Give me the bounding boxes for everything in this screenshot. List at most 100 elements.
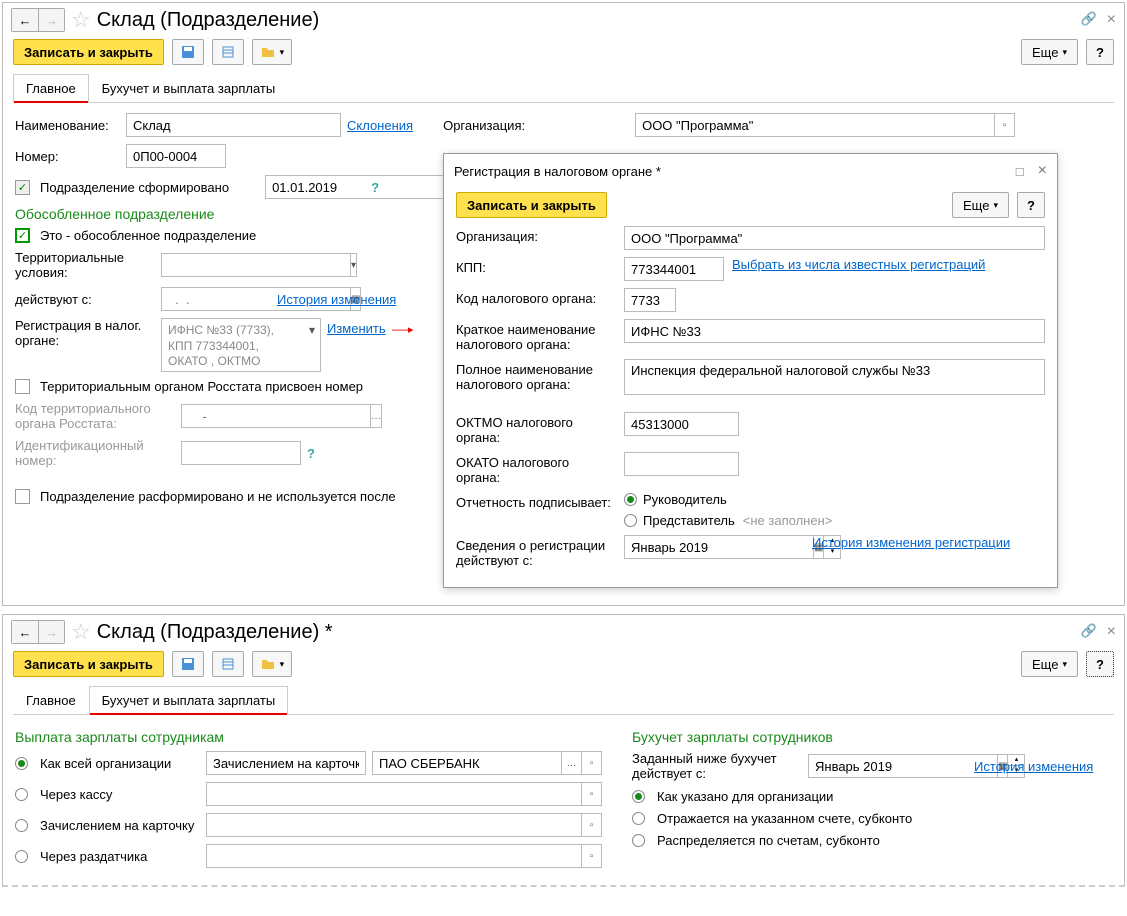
acc-history-link[interactable]: История изменения	[974, 759, 1093, 774]
pay-card-radio[interactable]	[15, 819, 28, 832]
full-input[interactable]: Инспекция федеральной налоговой службы №…	[624, 359, 1045, 395]
save-close-button[interactable]: Записать и закрыть	[13, 39, 164, 65]
org-input[interactable]	[635, 113, 995, 137]
short-input[interactable]	[624, 319, 1045, 343]
tax-registration-modal: Регистрация в налоговом органе * □ × Зап…	[443, 153, 1058, 588]
forward-button[interactable]: →	[38, 9, 64, 31]
modal-help-button[interactable]: ?	[1017, 192, 1045, 218]
formed-label: Подразделение сформировано	[40, 180, 229, 195]
list-button[interactable]	[212, 39, 244, 65]
disbanded-label: Подразделение расформировано и не исполь…	[40, 489, 396, 504]
close-icon[interactable]: ×	[1107, 623, 1116, 641]
favorite-star-icon[interactable]: ☆	[71, 619, 91, 645]
pay-org-radio[interactable]	[15, 757, 28, 770]
reginfo-input[interactable]	[624, 535, 814, 559]
kpp-input[interactable]	[624, 257, 724, 281]
pay-cash-input[interactable]	[206, 782, 582, 806]
maximize-icon[interactable]: □	[1016, 164, 1024, 179]
tab-payroll[interactable]: Бухучет и выплата зарплаты	[89, 686, 289, 715]
id-help-icon[interactable]: ?	[307, 446, 315, 461]
more-button[interactable]: Еще ▾	[1021, 39, 1078, 65]
name-input[interactable]	[126, 113, 341, 137]
okato-input[interactable]	[624, 452, 739, 476]
modal-more-button[interactable]: Еще ▾	[952, 192, 1009, 218]
short-label: Краткое наименование налогового органа:	[456, 319, 616, 352]
declensions-link[interactable]: Склонения	[347, 118, 413, 133]
more-icon[interactable]: …	[562, 751, 582, 775]
signer-rep-radio[interactable]	[624, 514, 637, 527]
oktmo-label: ОКТМО налогового органа:	[456, 412, 616, 445]
link-icon[interactable]: 🔗	[1080, 11, 1096, 29]
open-icon[interactable]: ▫	[582, 844, 602, 868]
tab-main[interactable]: Главное	[13, 686, 89, 715]
open-icon[interactable]: ▫	[582, 782, 602, 806]
reg-label: Регистрация в налог. органе:	[15, 318, 155, 348]
acc-set-input[interactable]	[808, 754, 998, 778]
close-icon[interactable]: ×	[1107, 11, 1116, 29]
signer-rep-label: Представитель	[643, 513, 735, 528]
formed-date-input[interactable]	[265, 175, 455, 199]
tab-main[interactable]: Главное	[13, 74, 89, 103]
window-warehouse-main: ← → ☆ Склад (Подразделение) 🔗 × Записать…	[2, 2, 1125, 606]
change-link[interactable]: Изменить	[327, 321, 386, 336]
pay-heading: Выплата зарплаты сотрудникам	[15, 729, 602, 745]
save-button[interactable]	[172, 39, 204, 65]
oktmo-input[interactable]	[624, 412, 739, 436]
not-filled-label: <не заполнен>	[743, 513, 833, 528]
reg-info-box[interactable]: ИФНС №33 (7733), КПП 773344001, ОКАТО , …	[161, 318, 321, 372]
rosstat-more-icon: …	[371, 404, 382, 428]
pay-distributor-radio[interactable]	[15, 850, 28, 863]
favorite-star-icon[interactable]: ☆	[71, 7, 91, 33]
disbanded-checkbox[interactable]	[15, 489, 30, 504]
okato-label: ОКАТО налогового органа:	[456, 452, 616, 485]
rosstat-code-label: Код территориального органа Росстата:	[15, 401, 175, 431]
reginfo-label: Сведения о регистрации действуют с:	[456, 535, 616, 568]
modal-org-input[interactable]	[624, 226, 1045, 250]
open-icon[interactable]: ▫	[582, 751, 602, 775]
name-label: Наименование:	[15, 118, 120, 133]
num-input[interactable]	[126, 144, 226, 168]
folder-button[interactable]: ▾	[252, 39, 292, 65]
modal-save-close-button[interactable]: Записать и закрыть	[456, 192, 607, 218]
back-button[interactable]: ←	[12, 9, 38, 31]
pay-distributor-input[interactable]	[206, 844, 582, 868]
formed-help-icon[interactable]: ?	[371, 180, 379, 195]
pay-card-input[interactable]	[206, 813, 582, 837]
signer-leader-radio[interactable]	[624, 493, 637, 506]
rosstat-checkbox[interactable]	[15, 379, 30, 394]
forward-button[interactable]: →	[38, 621, 64, 643]
taxcode-input[interactable]	[624, 288, 676, 312]
org-label: Организация:	[443, 118, 533, 133]
kpp-label: КПП:	[456, 257, 616, 275]
history-link[interactable]: История изменения	[277, 292, 396, 307]
terr-dropdown-icon[interactable]: ▾	[351, 253, 357, 277]
acc-org-radio[interactable]	[632, 790, 645, 803]
select-known-link[interactable]: Выбрать из числа известных регистраций	[732, 257, 985, 272]
pay-org-label: Как всей организации	[40, 756, 200, 771]
open-icon[interactable]: ▫	[582, 813, 602, 837]
acc-set-label: Заданный ниже бухучет действует с:	[632, 751, 802, 781]
save-button[interactable]	[172, 651, 204, 677]
close-icon[interactable]: ×	[1038, 162, 1047, 180]
help-button[interactable]: ?	[1086, 651, 1114, 677]
more-button[interactable]: Еще ▾	[1021, 651, 1078, 677]
reg-history-link[interactable]: История изменения регистрации	[812, 535, 1010, 550]
acc-account-radio[interactable]	[632, 812, 645, 825]
back-button[interactable]: ←	[12, 621, 38, 643]
terr-input[interactable]	[161, 253, 351, 277]
window-title: Склад (Подразделение)	[97, 9, 1075, 32]
id-label: Идентификационный номер:	[15, 438, 175, 468]
valid-from-label: действуют с:	[15, 292, 155, 307]
acc-distr-radio[interactable]	[632, 834, 645, 847]
tab-payroll[interactable]: Бухучет и выплата зарплаты	[89, 74, 289, 103]
folder-button[interactable]: ▾	[252, 651, 292, 677]
separate-checkbox[interactable]	[15, 228, 30, 243]
pay-cash-radio[interactable]	[15, 788, 28, 801]
link-icon[interactable]: 🔗	[1080, 623, 1096, 641]
list-button[interactable]	[212, 651, 244, 677]
org-open-icon[interactable]: ▫	[995, 113, 1015, 137]
help-button[interactable]: ?	[1086, 39, 1114, 65]
terr-label: Территориальные условия:	[15, 250, 155, 280]
save-close-button[interactable]: Записать и закрыть	[13, 651, 164, 677]
num-label: Номер:	[15, 149, 120, 164]
